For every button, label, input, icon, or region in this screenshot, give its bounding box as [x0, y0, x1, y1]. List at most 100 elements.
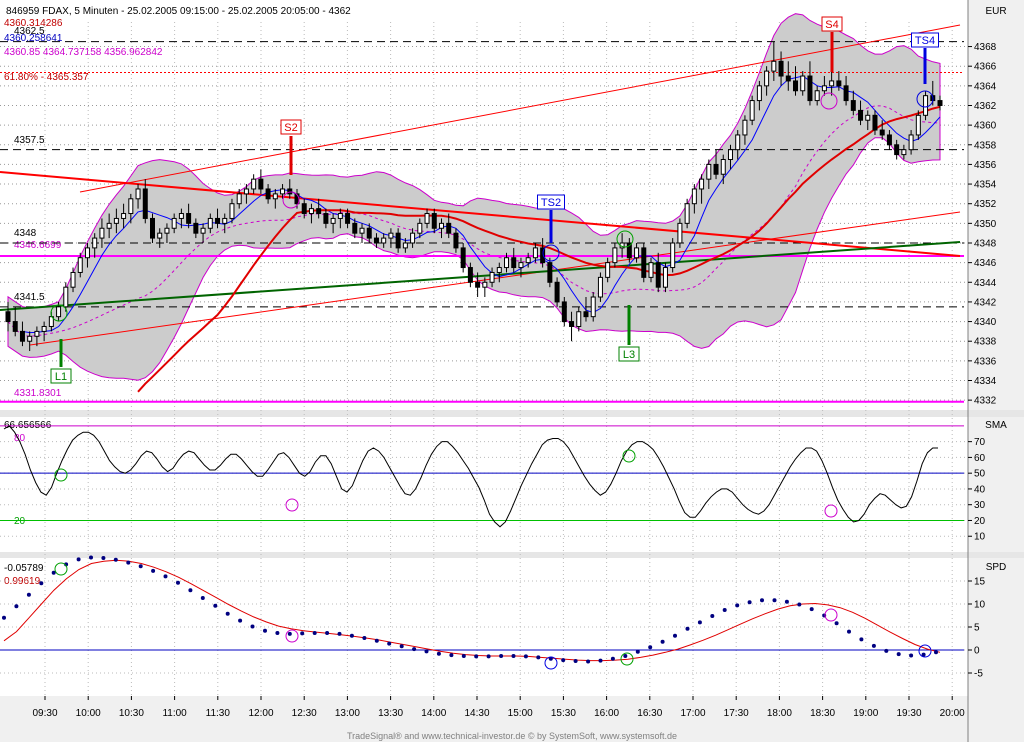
fib-label: 61.80% - 4365.357	[4, 72, 89, 83]
candle-body-down	[894, 144, 900, 156]
candle-body-up	[106, 222, 112, 229]
candle-body-up	[821, 85, 827, 92]
time-tick-label: 18:30	[810, 708, 835, 719]
candle-body-down	[641, 247, 647, 278]
price-tick-label: 4344	[974, 278, 997, 289]
candle-body-down	[850, 100, 856, 111]
candle-body-down	[395, 232, 401, 249]
spd-dot	[760, 598, 764, 603]
panel-splitter-2[interactable]	[0, 552, 1024, 558]
candle-body-down	[858, 109, 864, 121]
candle	[554, 277, 560, 307]
spd-dot	[238, 618, 243, 623]
time-tick-label: 11:00	[162, 708, 187, 719]
spd-dot	[610, 656, 615, 661]
candle-body-up	[178, 213, 184, 219]
candle-body-up	[706, 163, 712, 180]
currency-label: EUR	[985, 6, 1006, 17]
time-tick-label: 19:00	[853, 708, 878, 719]
candle-body-up	[699, 178, 705, 190]
time-tick-label: 10:00	[76, 708, 101, 719]
spd-dot	[337, 631, 342, 636]
candle-body-down	[836, 80, 842, 87]
spd-dot	[213, 603, 218, 608]
signal-l1-label: L1	[55, 371, 67, 383]
sma-tick-label: 30	[974, 500, 986, 511]
time-tick-label: 12:30	[292, 708, 317, 719]
candle-body-up	[164, 227, 170, 234]
spd-dot	[436, 651, 441, 656]
spd-dot	[523, 654, 528, 659]
price-tick-label: 4356	[974, 160, 997, 171]
candle-body-up	[113, 217, 119, 224]
candle-body-down	[872, 114, 878, 131]
candle-body-down	[713, 163, 719, 175]
candle-body-up	[504, 257, 510, 269]
candle-body-up	[229, 203, 235, 219]
candle	[670, 238, 676, 273]
candle-body-down	[345, 213, 351, 224]
candle-body-down	[215, 217, 221, 224]
candle-body-up	[923, 95, 929, 116]
candle-body-up	[756, 85, 762, 102]
spd-dot	[461, 654, 466, 658]
sma-signal-circle	[824, 504, 838, 518]
spd-dot	[598, 658, 603, 663]
spd-tick-label: -5	[974, 669, 983, 680]
footer-credit: TradeSignal® and www.technical-investor.…	[347, 731, 677, 741]
spd-dot	[200, 596, 205, 600]
spd-red-line	[3, 559, 941, 662]
sma-tick-label: 40	[974, 484, 986, 495]
candle-body-down	[316, 208, 322, 215]
spd-dot	[909, 653, 914, 658]
candle-body-down	[352, 222, 358, 234]
spd-dot	[138, 564, 143, 569]
candle-body-up	[200, 227, 206, 234]
candle-body-up	[482, 281, 488, 288]
spd-dot	[884, 648, 889, 653]
spd-dot	[586, 659, 591, 664]
time-tick-label: 19:30	[896, 708, 921, 719]
signal-ts2-label: TS2	[541, 197, 561, 209]
candle-body-up	[171, 217, 177, 229]
candle-body-down	[879, 129, 885, 136]
spd-dot	[349, 633, 354, 638]
candle-body-up	[77, 257, 83, 273]
candle-body-down	[373, 237, 379, 244]
spd-dot	[101, 556, 106, 560]
candle-body-up	[597, 276, 603, 298]
spd-dot	[250, 624, 255, 629]
candle-body-up	[735, 134, 741, 151]
spd-dot	[735, 603, 740, 608]
candle-body-up	[207, 217, 213, 229]
candle-body-down	[5, 311, 11, 323]
candle-body-up	[27, 335, 33, 342]
spd-dot	[126, 560, 131, 565]
signal-s2-label: S2	[284, 122, 297, 134]
level-label-4331: 4331.8301	[14, 388, 62, 399]
spd-dot	[14, 604, 19, 609]
candle-body-up	[424, 213, 430, 224]
spd-dot	[486, 654, 491, 659]
spd-dot	[163, 574, 168, 579]
level-label-4341: 4341.5	[14, 292, 45, 303]
price-tick-label: 4342	[974, 297, 997, 308]
spd-panel-label: SPD	[986, 562, 1007, 573]
spd-tick-label: 5	[974, 623, 980, 634]
price-tick-label: 4360	[974, 121, 997, 132]
candle-body-up	[648, 262, 654, 278]
panel-splitter-1[interactable]	[0, 410, 1024, 417]
spd-dot	[648, 645, 653, 650]
candle-body-up	[489, 271, 495, 283]
candle-body-up	[670, 242, 676, 269]
candle-body-up	[662, 267, 668, 288]
candle-body-down	[265, 188, 271, 200]
spd-dot	[89, 555, 93, 560]
sma-panel-label: SMA	[985, 420, 1007, 431]
candle-body-up	[402, 242, 408, 249]
candle-body-down	[366, 227, 372, 239]
sma-signal-circle	[622, 449, 636, 463]
time-tick-label: 13:00	[335, 708, 360, 719]
sma-tick-label: 10	[974, 532, 986, 543]
candle-body-up	[251, 178, 257, 190]
